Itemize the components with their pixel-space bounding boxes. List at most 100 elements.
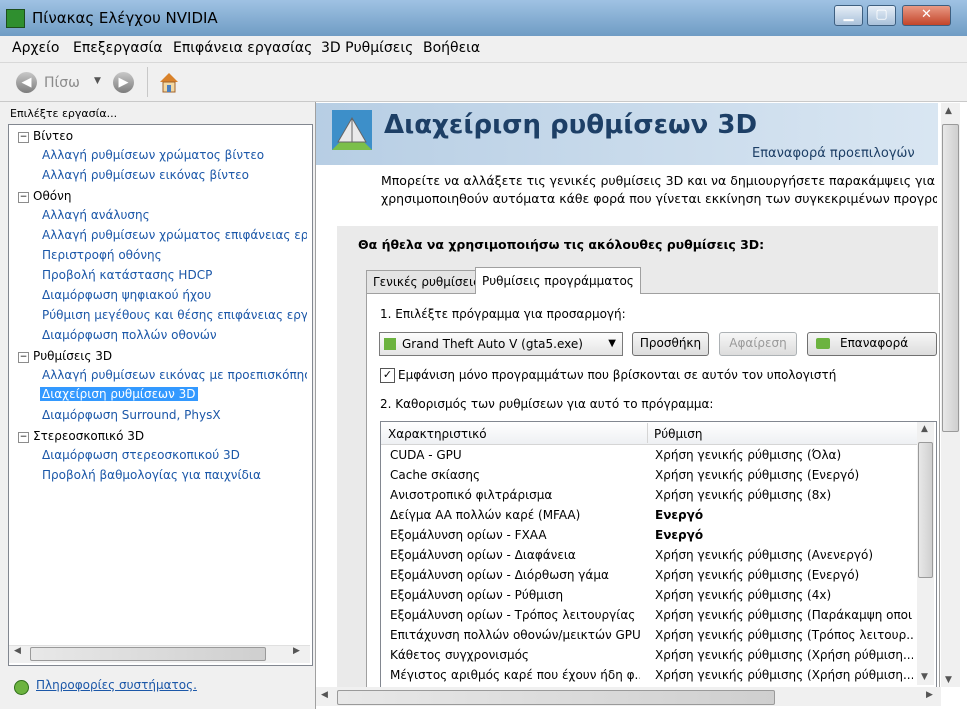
tree-item-stereo-setup[interactable]: Διαμόρφωση στερεοσκοπικού 3D <box>42 448 240 462</box>
tree-item-video-image[interactable]: Αλλαγή ρυθμίσεων εικόνας βίντεο <box>42 168 249 182</box>
intro-line-2: χρησιμοποιηθούν αυτόματα κάθε φορά που γ… <box>381 191 937 206</box>
tree-item-resolution[interactable]: Αλλαγή ανάλυσης <box>42 208 150 222</box>
column-header-setting[interactable]: Ρύθμιση <box>654 427 702 441</box>
setting-cell[interactable]: Χρήση γενικής ρύθμισης (Χρήση ρύθμιση... <box>655 648 913 662</box>
program-selected-value: Grand Theft Auto V (gta5.exe) <box>402 337 583 351</box>
feature-cell: Εξομάλυνση ορίων - Ρύθμιση <box>390 588 564 602</box>
tree-item-multi-display[interactable]: Διαμόρφωση πολλών οθονών <box>42 328 217 342</box>
scroll-down-icon[interactable]: ▼ <box>945 675 952 685</box>
tree-category-label: Ρυθμίσεις 3D <box>33 349 113 363</box>
feature-cell: CUDA - GPU <box>390 448 462 462</box>
show-installed-checkbox[interactable]: ✓ <box>380 368 395 383</box>
tree-item-desktop-color[interactable]: Αλλαγή ρυθμίσεων χρώματος επιφάνειας εργ… <box>42 228 307 242</box>
feature-cell: Επιτάχυνση πολλών οθονών/μεικτών GPU <box>390 628 640 642</box>
column-header-feature[interactable]: Χαρακτηριστικό <box>388 427 487 441</box>
close-button[interactable]: ✕ <box>902 5 951 26</box>
remove-program-button[interactable]: Αφαίρεση <box>719 332 797 356</box>
feature-cell: Ανισοτροπικό φιλτράρισμα <box>390 488 553 502</box>
menu-3d-settings[interactable]: 3D Ρυθμίσεις <box>321 40 413 56</box>
setting-cell[interactable]: Χρήση γενικής ρύθμισης (Τρόπος λειτουρ..… <box>655 628 913 642</box>
back-arrow-icon[interactable]: ◀ <box>16 72 37 93</box>
setting-cell[interactable]: Ενεργό <box>655 528 913 542</box>
setting-cell[interactable]: Ενεργό <box>655 508 913 522</box>
setting-cell[interactable]: Χρήση γενικής ρύθμισης (Χρήση ρύθμιση... <box>655 668 913 682</box>
step2-label: 2. Καθορισμός των ρυθμίσεων για αυτό το … <box>380 397 714 411</box>
tree-item-rotate[interactable]: Περιστροφή οθόνης <box>42 248 162 262</box>
system-info-link[interactable]: Πληροφορίες συστήματος. <box>36 678 197 692</box>
feature-cell: Μέγιστος αριθμός καρέ που έχουν ήδη φ... <box>390 668 640 682</box>
content-hscroll-thumb[interactable] <box>337 690 775 705</box>
3d-settings-icon <box>330 108 374 152</box>
scroll-left-icon[interactable]: ◀ <box>321 690 328 700</box>
menu-help[interactable]: Βοήθεια <box>423 40 480 56</box>
toolbar <box>0 63 967 102</box>
tree-item-desktop-size[interactable]: Ρύθμιση μεγέθους και θέσης επιφάνειας ερ… <box>42 308 307 322</box>
scroll-left-icon[interactable]: ◀ <box>14 646 21 656</box>
restore-button-label: Επαναφορά <box>840 336 909 350</box>
step1-label: 1. Επιλέξτε πρόγραμμα για προσαρμογή: <box>380 307 626 321</box>
table-scroll-thumb[interactable] <box>918 442 933 578</box>
collapse-icon[interactable]: − <box>18 352 29 363</box>
feature-cell: Εξομάλυνση ορίων - Διόρθωση γάμα <box>390 568 609 582</box>
setting-cell[interactable]: Χρήση γενικής ρύθμισης (Ενεργό) <box>655 468 913 482</box>
program-dropdown[interactable]: Grand Theft Auto V (gta5.exe) ▼ <box>379 332 623 356</box>
tab-global-settings[interactable]: Γενικές ρυθμίσεις <box>366 270 488 293</box>
collapse-icon[interactable]: − <box>18 432 29 443</box>
setting-cell[interactable]: Χρήση γενικής ρύθμισης (Ενεργό) <box>655 568 913 582</box>
collapse-icon[interactable]: − <box>18 192 29 203</box>
tree-item-surround-physx[interactable]: Διαμόρφωση Surround, PhysX <box>42 408 221 422</box>
chevron-down-icon: ▼ <box>608 338 616 349</box>
column-divider <box>647 423 648 443</box>
maximize-button[interactable]: ▢ <box>867 5 896 26</box>
feature-cell: Εξομάλυνση ορίων - Διαφάνεια <box>390 548 576 562</box>
back-button-label[interactable]: Πίσω <box>44 75 80 91</box>
setting-cell[interactable]: Χρήση γενικής ρύθμισης (Όλα) <box>655 448 913 462</box>
add-program-button[interactable]: Προσθήκη <box>632 332 709 356</box>
tree-category-video[interactable]: − Βίντεο <box>18 129 73 143</box>
nvidia-app-icon <box>6 9 25 28</box>
setting-cell[interactable]: Χρήση γενικής ρύθμισης (8x) <box>655 488 913 502</box>
scroll-right-icon[interactable]: ▶ <box>293 646 300 656</box>
restore-defaults-link[interactable]: Επαναφορά προεπιλογών <box>752 146 915 161</box>
feature-cell: Εξομάλυνση ορίων - FXAA <box>390 528 547 542</box>
tree-category-display[interactable]: − Οθόνη <box>18 189 71 203</box>
restore-program-button[interactable]: Επαναφορά <box>807 332 937 356</box>
task-label: Επιλέξτε εργασία... <box>10 107 118 120</box>
scroll-up-icon[interactable]: ▲ <box>921 424 928 434</box>
tree-item-hdcp[interactable]: Προβολή κατάστασης HDCP <box>42 268 212 282</box>
minimize-button[interactable]: ▁ <box>834 5 863 26</box>
page-title: Διαχείριση ρυθμίσεων 3D <box>384 110 758 140</box>
content-scroll-thumb[interactable] <box>942 124 959 432</box>
feature-cell: Εξομάλυνση ορίων - Τρόπος λειτουργίας <box>390 608 636 622</box>
forward-arrow-icon[interactable]: ▶ <box>113 72 134 93</box>
scroll-up-icon[interactable]: ▲ <box>945 106 952 116</box>
history-dropdown-icon[interactable]: ▼ <box>94 76 101 86</box>
show-installed-label[interactable]: Εμφάνιση μόνο προγραμμάτων που βρίσκοντα… <box>398 368 836 382</box>
collapse-icon[interactable]: − <box>18 132 29 143</box>
menu-file[interactable]: Αρχείο <box>12 40 59 56</box>
setting-cell[interactable]: Χρήση γενικής ρύθμισης (Παράκαμψη οποι..… <box>655 608 913 622</box>
tree-item-3d-preview[interactable]: Αλλαγή ρυθμίσεων εικόνας με προεπισκόπησ… <box>42 368 307 382</box>
setting-cell[interactable]: Χρήση γενικής ρύθμισης (4x) <box>655 588 913 602</box>
tab-program-settings[interactable]: Ρυθμίσεις προγράμματος <box>475 267 641 294</box>
toolbar-divider <box>147 67 148 97</box>
system-info-icon <box>14 680 29 695</box>
tree-item-game-ratings[interactable]: Προβολή βαθμολογίας για παιχνίδια <box>42 468 261 482</box>
tree-scroll-thumb[interactable] <box>30 647 266 661</box>
tree-category-3d[interactable]: − Ρυθμίσεις 3D <box>18 349 112 363</box>
scroll-right-icon[interactable]: ▶ <box>926 690 933 700</box>
scroll-down-icon[interactable]: ▼ <box>921 672 928 682</box>
setting-cell[interactable]: Χρήση γενικής ρύθμισης (Ανενεργό) <box>655 548 913 562</box>
feature-cell: Κάθετος συγχρονισμός <box>390 648 529 662</box>
home-icon[interactable] <box>157 70 181 97</box>
tree-item-digital-audio[interactable]: Διαμόρφωση ψηφιακού ήχου <box>42 288 211 302</box>
nvidia-logo-icon <box>816 338 830 349</box>
menu-desktop[interactable]: Επιφάνεια εργασίας <box>173 40 312 56</box>
tree-item-video-color[interactable]: Αλλαγή ρυθμίσεων χρώματος βίντεο <box>42 148 264 162</box>
tree-category-label: Οθόνη <box>33 189 72 203</box>
intro-line-1: Μπορείτε να αλλάξετε τις γενικές ρυθμίσε… <box>381 173 937 188</box>
menu-edit[interactable]: Επεξεργασία <box>73 40 162 56</box>
tree-category-stereo[interactable]: − Στερεοσκοπικό 3D <box>18 429 144 443</box>
tree-item-manage-3d[interactable]: Διαχείριση ρυθμίσεων 3D <box>40 387 198 401</box>
feature-cell: Cache σκίασης <box>390 468 481 482</box>
